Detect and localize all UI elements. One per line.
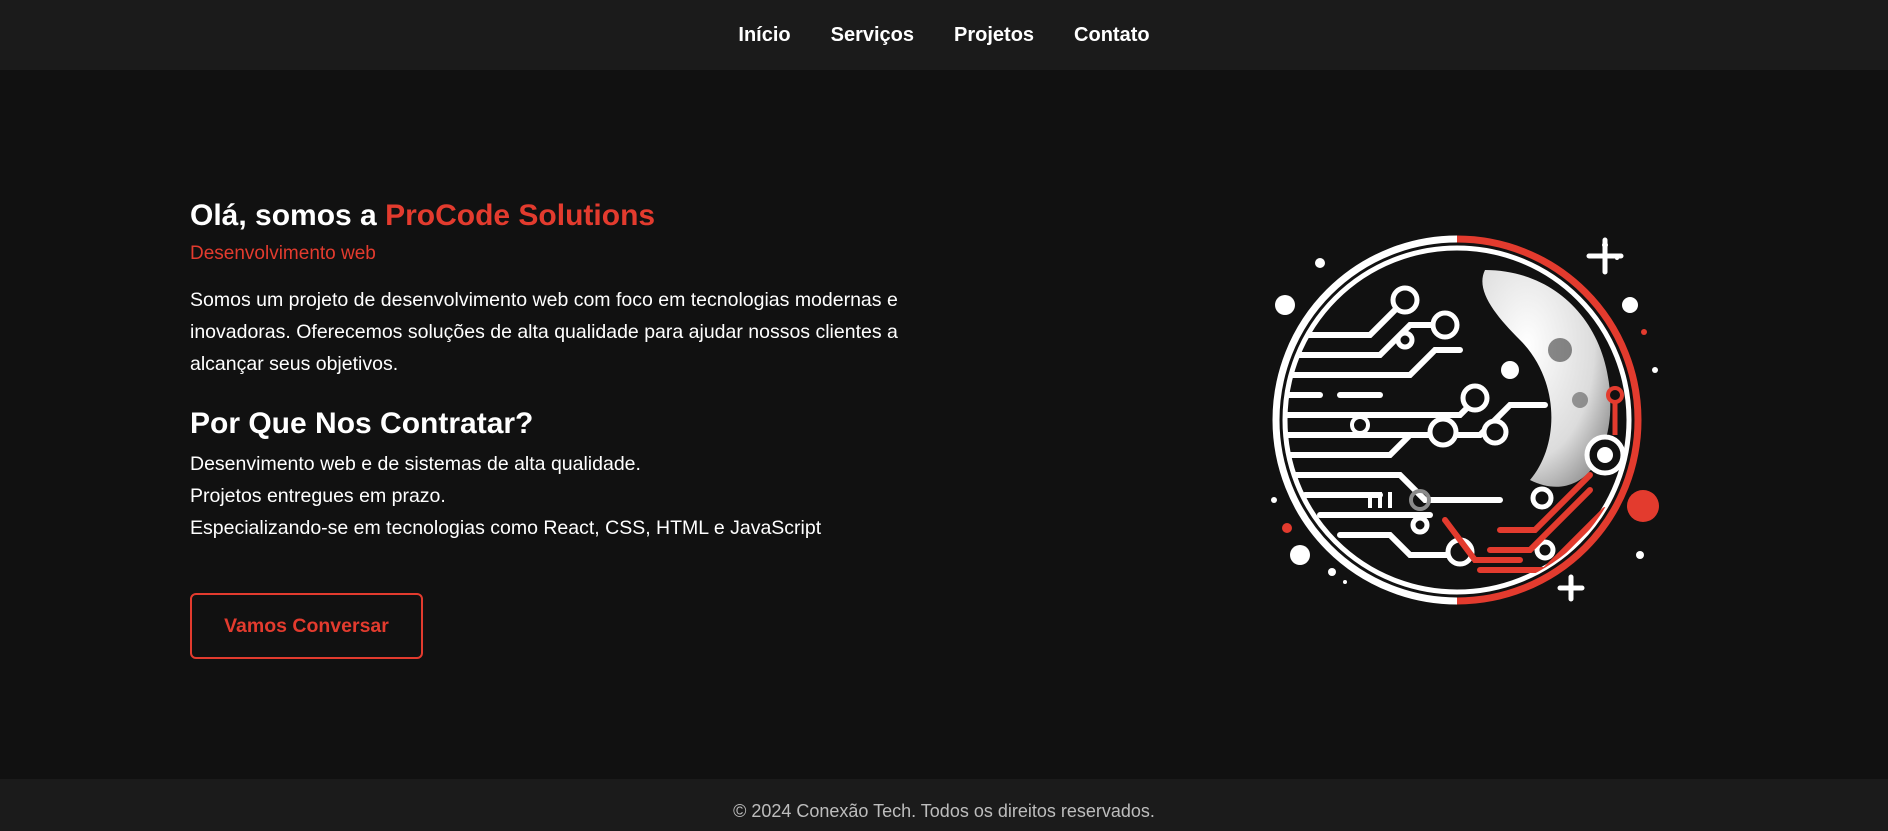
circuit-globe-icon (1260, 230, 1670, 610)
lets-talk-button[interactable]: Vamos Conversar (190, 593, 423, 659)
hero-brand-name: ProCode Solutions (385, 199, 656, 232)
nav-link-projetos[interactable]: Projetos (954, 24, 1034, 47)
hero-subtitle: Desenvolvimento web (190, 243, 376, 264)
hero-title: Olá, somos a ProCode Solutions (190, 198, 950, 234)
footer: © 2024 Conexão Tech. Todos os direitos r… (0, 779, 1888, 831)
why-item: Projetos entregues em prazo. (190, 485, 446, 507)
nav-link-contato[interactable]: Contato (1074, 24, 1150, 47)
why-item: Especializando-se em tecnologias como Re… (190, 517, 822, 539)
hero-description: Somos um projeto de desenvolvimento web … (190, 289, 898, 375)
nav-link-servicos[interactable]: Serviços (831, 24, 914, 47)
hero-title-prefix: Olá, somos a (190, 199, 386, 232)
why-title: Por Que Nos Contratar? (190, 407, 534, 440)
nav-link-inicio[interactable]: Início (738, 24, 790, 47)
top-nav: Início Serviços Projetos Contato (0, 0, 1888, 70)
copyright-text: © 2024 Conexão Tech. Todos os direitos r… (733, 800, 1155, 821)
why-item: Desenvimento web e de sistemas de alta q… (190, 453, 641, 475)
why-list: Desenvimento web e de sistemas de alta q… (190, 448, 950, 544)
hero-section: Olá, somos a ProCode Solutions Desenvolv… (190, 198, 950, 544)
